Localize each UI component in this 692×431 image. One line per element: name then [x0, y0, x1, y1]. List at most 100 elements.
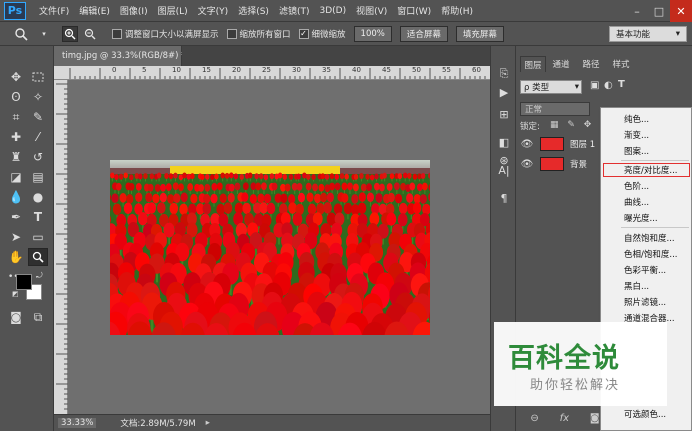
- zoom-all-checkbox[interactable]: 缩放所有窗口: [226, 28, 291, 40]
- ruler-label: 50: [412, 66, 421, 74]
- checkbox-box[interactable]: [226, 28, 237, 39]
- blur-tool-icon[interactable]: 💧: [6, 188, 26, 206]
- default-colors-icon[interactable]: ◩: [12, 290, 19, 298]
- menu-layer[interactable]: 图层(L): [153, 4, 193, 17]
- menu-3d[interactable]: 3D(D): [314, 6, 351, 16]
- type-tool-icon[interactable]: T: [28, 208, 48, 226]
- scrubby-zoom-checkbox[interactable]: ✓ 细微缩放: [298, 28, 346, 40]
- menu-bar: Ps 文件(F) 编辑(E) 图像(I) 图层(L) 文字(Y) 选择(S) 滤…: [0, 0, 692, 22]
- hand-tool-icon[interactable]: ✋: [6, 248, 26, 266]
- menu-item-color-balance[interactable]: 色彩平衡...: [602, 262, 691, 278]
- healing-brush-icon[interactable]: ✚: [6, 128, 26, 146]
- fill-screen-button[interactable]: 填充屏幕: [455, 25, 504, 42]
- maximize-button[interactable]: □: [648, 0, 670, 22]
- visibility-eye-icon[interactable]: 👁: [520, 139, 534, 150]
- link-layers-icon[interactable]: ⊖: [530, 413, 538, 424]
- document-tab[interactable]: timg.jpg @ 33.3%(RGB/8#) * ×: [54, 46, 199, 66]
- filter-pixel-icon[interactable]: ▣: [590, 80, 599, 91]
- brush-panel-icon[interactable]: ◧: [495, 134, 513, 150]
- document-info: 文档:2.89M/5.79M: [120, 419, 196, 429]
- ruler-label: 25: [262, 66, 271, 74]
- foreground-color-swatch[interactable]: [16, 274, 32, 290]
- workspace-select[interactable]: 基本功能 ▾: [609, 25, 687, 42]
- menu-item-vibrance[interactable]: 自然饱和度...: [602, 230, 691, 246]
- tab-channels[interactable]: 通道: [548, 56, 574, 72]
- checkmark-icon[interactable]: ✓: [298, 28, 309, 39]
- menu-select[interactable]: 选择(S): [233, 4, 274, 17]
- menu-item-pattern[interactable]: 图案...: [602, 143, 691, 159]
- resize-windows-checkbox[interactable]: 调整窗口大小以满屏显示: [112, 28, 219, 40]
- magic-wand-icon[interactable]: ✧: [28, 88, 48, 106]
- clone-stamp-icon[interactable]: ♜: [6, 148, 26, 166]
- checkbox-box[interactable]: [112, 28, 122, 39]
- menu-file[interactable]: 文件(F): [34, 4, 74, 17]
- gradient-tool-icon[interactable]: ▤: [28, 168, 48, 186]
- menu-item-gradient[interactable]: 渐变...: [602, 127, 691, 143]
- menu-item-exposure[interactable]: 曝光度...: [602, 210, 691, 226]
- zoom-100-button[interactable]: 100%: [353, 25, 392, 42]
- status-arrow-icon[interactable]: ▸: [206, 418, 210, 428]
- marquee-tool-icon[interactable]: [28, 68, 48, 86]
- menu-item-solid-color[interactable]: 纯色...: [602, 111, 691, 127]
- lasso-tool-icon[interactable]: ʘ: [6, 88, 26, 106]
- filter-type-icon[interactable]: T: [618, 79, 625, 90]
- menu-item-levels[interactable]: 色阶...: [602, 178, 691, 194]
- menu-type[interactable]: 文字(Y): [193, 4, 234, 17]
- ruler-label: 60: [472, 66, 481, 74]
- filter-kind-select[interactable]: ρ 类型 ▾: [520, 80, 582, 94]
- eraser-tool-icon[interactable]: ◪: [6, 168, 26, 186]
- properties-panel-icon[interactable]: ⊞: [495, 106, 513, 122]
- fx-icon[interactable]: fx: [560, 413, 569, 424]
- menu-item-photo-filter[interactable]: 照片滤镜...: [602, 294, 691, 310]
- add-mask-icon[interactable]: ◙: [590, 413, 600, 424]
- crop-tool-icon[interactable]: ⌗: [6, 108, 26, 126]
- chevron-down-icon[interactable]: ▾: [36, 26, 52, 42]
- history-brush-icon[interactable]: ↺: [28, 148, 48, 166]
- path-select-icon[interactable]: ➤: [6, 228, 26, 246]
- tab-strip: [182, 46, 490, 66]
- pen-tool-icon[interactable]: ✒: [6, 208, 26, 226]
- photoshop-logo: Ps: [4, 1, 26, 20]
- visibility-eye-icon[interactable]: 👁: [520, 159, 534, 170]
- quick-mask-icon[interactable]: ◙: [6, 308, 26, 326]
- menu-edit[interactable]: 编辑(E): [74, 4, 115, 17]
- minimize-button[interactable]: –: [626, 0, 648, 22]
- paragraph-panel-icon[interactable]: ¶: [495, 190, 513, 206]
- brush-tool-icon[interactable]: ⁄: [28, 128, 48, 146]
- menu-item-selective-color[interactable]: 可选颜色...: [602, 406, 691, 422]
- zoom-in-icon[interactable]: [62, 25, 78, 42]
- character-panel-icon[interactable]: A|: [495, 162, 513, 178]
- ruler-label: 35: [322, 66, 331, 74]
- blend-mode-select[interactable]: 正常: [520, 102, 590, 116]
- menu-item-brightness-contrast[interactable]: 亮度/对比度...: [602, 162, 691, 178]
- menu-image[interactable]: 图像(I): [115, 4, 153, 17]
- menu-item-hue-saturation[interactable]: 色相/饱和度...: [602, 246, 691, 262]
- zoom-tool-preset-icon[interactable]: [10, 26, 32, 42]
- play-action-icon[interactable]: ▶: [495, 84, 513, 100]
- menu-view[interactable]: 视图(V): [351, 4, 392, 17]
- zoom-level[interactable]: 33.33%: [58, 418, 97, 428]
- tab-paths[interactable]: 路径: [578, 56, 604, 72]
- history-panel-icon[interactable]: ⎘: [495, 66, 513, 82]
- filter-kind-value: ρ 类型: [524, 83, 550, 93]
- swap-colors-icon[interactable]: ⤾: [36, 271, 43, 281]
- eyedropper-icon[interactable]: ✎: [28, 108, 48, 126]
- tab-layers[interactable]: 图层: [520, 56, 546, 72]
- tab-styles[interactable]: 样式: [608, 56, 634, 72]
- menu-item-curves[interactable]: 曲线...: [602, 194, 691, 210]
- zoom-out-icon[interactable]: [82, 26, 98, 42]
- layer-thumbnail: [540, 157, 564, 171]
- menu-filter[interactable]: 滤镜(T): [274, 4, 315, 17]
- filter-adjustment-icon[interactable]: ◐: [604, 80, 613, 91]
- move-tool-icon[interactable]: ✥: [6, 68, 26, 86]
- fit-screen-button[interactable]: 适合屏幕: [399, 25, 448, 42]
- ruler-label: 40: [352, 66, 361, 74]
- screen-mode-icon[interactable]: ⧉: [28, 308, 48, 326]
- menu-help[interactable]: 帮助(H): [436, 4, 478, 17]
- menu-window[interactable]: 窗口(W): [392, 4, 436, 17]
- close-button[interactable]: ✕: [670, 0, 692, 22]
- dodge-tool-icon[interactable]: ●: [28, 188, 48, 206]
- zoom-tool-icon[interactable]: [28, 248, 48, 266]
- shape-tool-icon[interactable]: ▭: [28, 228, 48, 246]
- menu-item-black-white[interactable]: 黑白...: [602, 278, 691, 294]
